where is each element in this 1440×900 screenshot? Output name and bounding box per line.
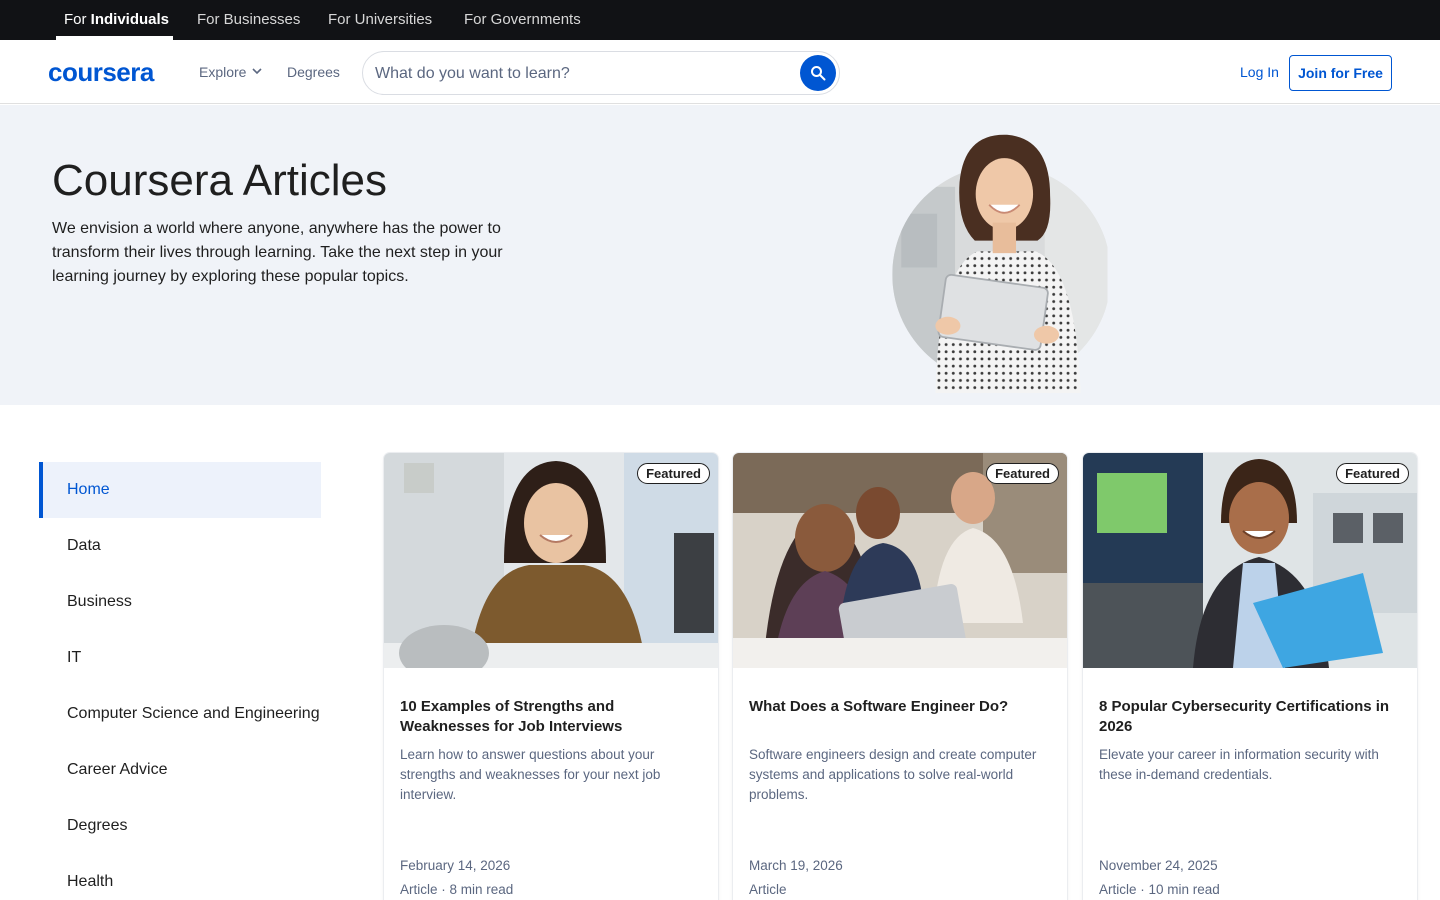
- tab-strong: Individuals: [90, 11, 170, 28]
- featured-badge: Featured: [637, 463, 710, 484]
- article-meta: Article · 8 min read: [400, 882, 514, 897]
- article-image-man-in-office: [1083, 453, 1417, 668]
- article-description: Learn how to answer questions about your…: [400, 747, 661, 802]
- search-icon: [811, 66, 826, 81]
- tab-for-universities[interactable]: For Universities: [328, 0, 432, 40]
- article-card[interactable]: Featured 8 Popular Cybersecurity Certifi…: [1083, 453, 1417, 900]
- article-title[interactable]: 8 Popular Cybersecurity Certifications i…: [1099, 697, 1399, 737]
- article-title[interactable]: What Does a Software Engineer Do?: [749, 697, 1049, 717]
- tab-for-businesses[interactable]: For Businesses: [197, 0, 300, 40]
- audience-bar: For Individuals For Businesses For Unive…: [0, 0, 1440, 40]
- coursera-logo[interactable]: coursera: [48, 56, 154, 88]
- sidebar-item-business[interactable]: Business: [39, 574, 321, 630]
- sidebar-item-it[interactable]: IT: [39, 630, 321, 686]
- article-title[interactable]: 10 Examples of Strengths and Weaknesses …: [400, 697, 700, 737]
- featured-badge: Featured: [986, 463, 1059, 484]
- sidebar-item-data[interactable]: Data: [39, 518, 321, 574]
- sidebar-item-home[interactable]: Home: [39, 462, 321, 518]
- tab-for-individuals[interactable]: For Individuals: [64, 0, 169, 40]
- join-for-free-button[interactable]: Join for Free: [1289, 55, 1392, 91]
- sidebar-item-career-advice[interactable]: Career Advice: [39, 742, 321, 798]
- hero-section: Coursera Articles We envision a world wh…: [0, 105, 1440, 405]
- hero-photo-woman-with-tablet: [892, 134, 1108, 393]
- tab-prefix: For: [64, 11, 91, 28]
- degrees-nav-link[interactable]: Degrees: [287, 62, 340, 82]
- chevron-down-icon: [252, 68, 262, 75]
- explore-menu-button[interactable]: Explore: [199, 62, 246, 82]
- article-meta: Article: [749, 882, 787, 897]
- page-title: Coursera Articles: [52, 156, 388, 205]
- article-date: November 24, 2025: [1099, 858, 1218, 873]
- article-date: February 14, 2026: [400, 858, 511, 873]
- article-description: Software engineers design and create com…: [749, 747, 1037, 802]
- article-description: Elevate your career in information secur…: [1099, 747, 1379, 782]
- search-bar: [362, 51, 840, 95]
- sidebar-item-health[interactable]: Health: [39, 854, 321, 900]
- login-link[interactable]: Log In: [1240, 63, 1279, 81]
- article-image-woman-at-desk: [384, 453, 718, 668]
- sidebar-item-degrees[interactable]: Degrees: [39, 798, 321, 854]
- sidebar-item-computer-science[interactable]: Computer Science and Engineering: [39, 686, 321, 742]
- topic-sidebar: Home Data Business IT Computer Science a…: [39, 462, 321, 900]
- search-button[interactable]: [800, 55, 836, 91]
- article-card[interactable]: Featured 10 Examples of Strengths and We…: [384, 453, 718, 900]
- search-input[interactable]: [375, 63, 785, 85]
- article-card[interactable]: Featured What Does a Software Engineer D…: [733, 453, 1067, 900]
- featured-badge: Featured: [1336, 463, 1409, 484]
- hero-description: We envision a world where anyone, anywhe…: [52, 220, 503, 285]
- article-date: March 19, 2026: [749, 858, 843, 873]
- main-header: coursera Explore Degrees Log In Join for…: [0, 40, 1440, 104]
- tab-for-governments[interactable]: For Governments: [464, 0, 581, 40]
- article-meta: Article · 10 min read: [1099, 882, 1220, 897]
- article-image-people-with-laptop: [733, 453, 1067, 668]
